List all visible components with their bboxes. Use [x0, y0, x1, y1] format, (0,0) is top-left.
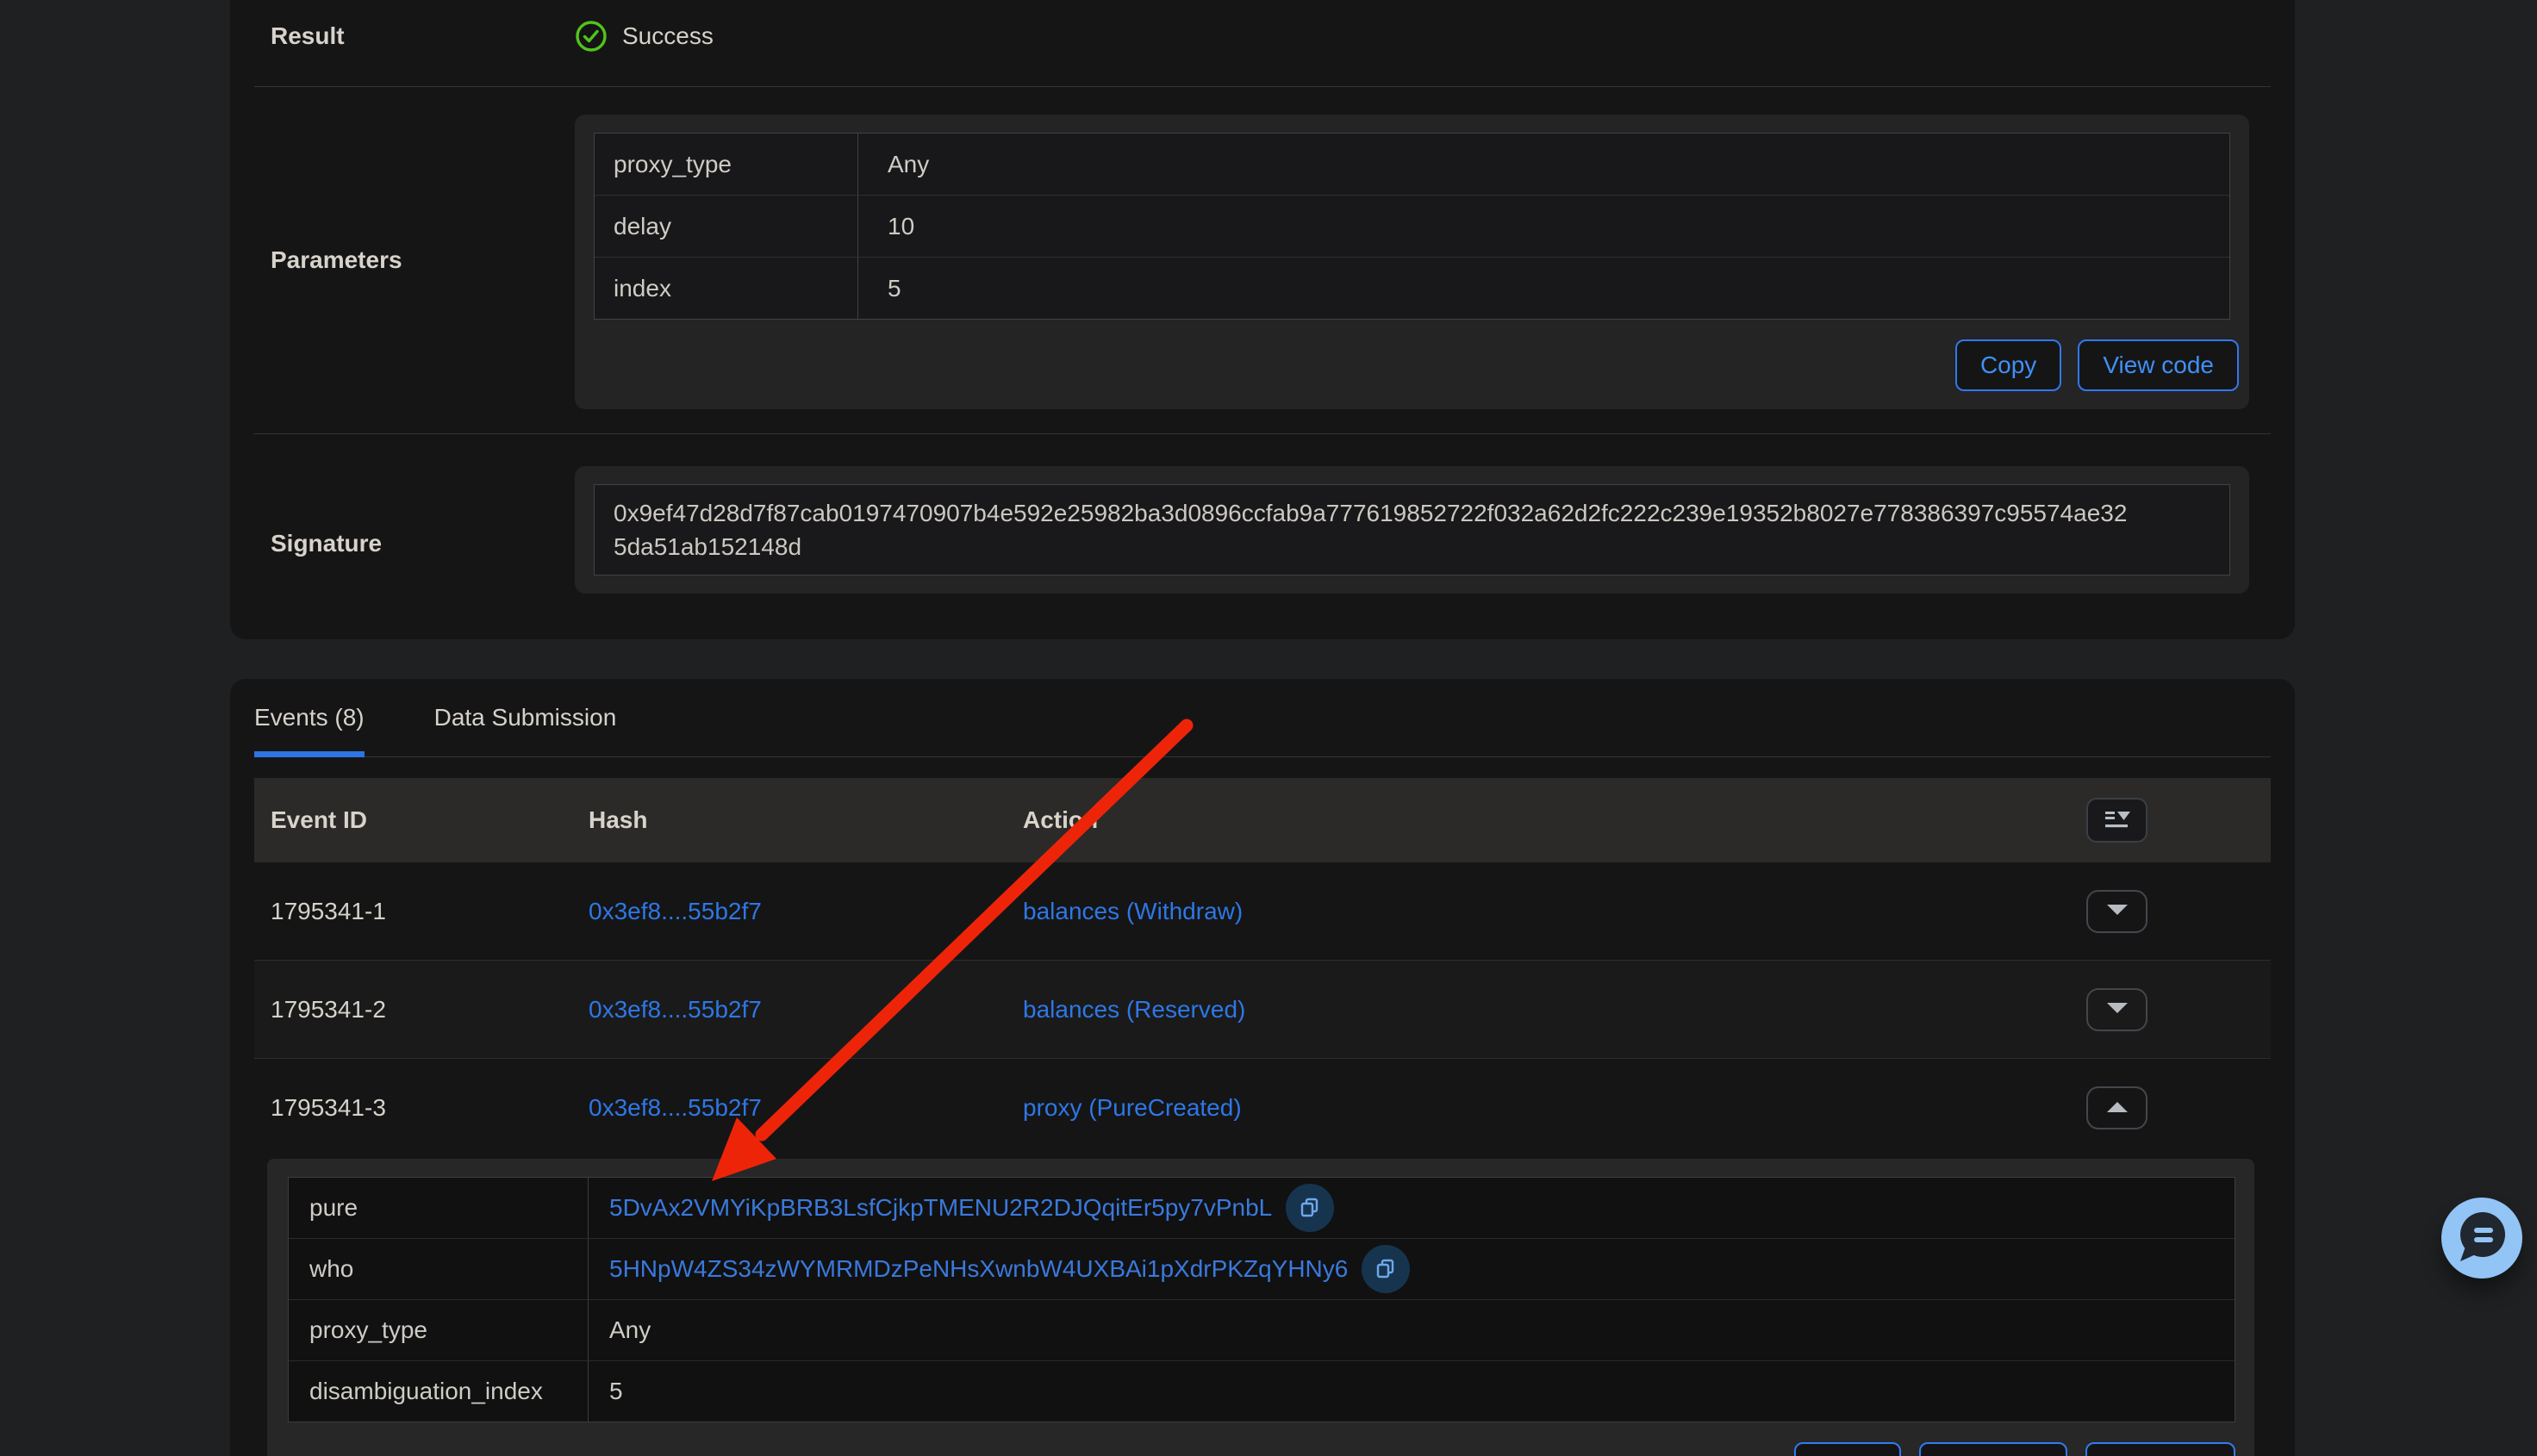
signature-line-2: 5da51ab152148d [614, 530, 2210, 563]
event-action-link[interactable]: balances (Reserved) [1023, 996, 2086, 1024]
header-event-id: Event ID [271, 806, 589, 834]
tabs-bar: Events (8) Data Submission [254, 679, 2271, 757]
detail-row: who 5HNpW4ZS34zWYMRMDzPeNHsXwnbW4UXBAi1pX… [289, 1238, 2235, 1299]
param-row: proxy_typeAny [595, 134, 2229, 195]
events-card: Events (8) Data Submission Event ID Hash… [230, 679, 2295, 1456]
signature-panel: 0x9ef47d28d7f87cab0197470907b4e592e25982… [575, 466, 2249, 594]
event-action-link[interactable]: balances (Withdraw) [1023, 898, 2086, 925]
param-value: 5 [858, 258, 2229, 319]
extrinsic-details-card: Result Success Parameters proxy_typeAnyd… [230, 0, 2295, 639]
tab-data-submission[interactable]: Data Submission [434, 679, 617, 756]
param-value: 10 [858, 196, 2229, 257]
copy-icon [1374, 1256, 1398, 1283]
chat-bubble-icon [2441, 1197, 2522, 1280]
detail-action-button[interactable] [1794, 1442, 1901, 1456]
detail-key: disambiguation_index [289, 1361, 589, 1422]
event-expander-cell [2086, 1086, 2271, 1129]
signature-label: Signature [254, 530, 575, 557]
detail-value: 5 [589, 1361, 2235, 1422]
collapse-row-button[interactable] [2086, 1086, 2147, 1129]
event-expander-cell [2086, 988, 2271, 1031]
detail-row: pure 5DvAx2VMYiKpBRB3LsfCjkpTMENU2R2DJQqi… [289, 1178, 2235, 1238]
detail-value: Any [589, 1300, 2235, 1360]
detail-value: 5DvAx2VMYiKpBRB3LsfCjkpTMENU2R2DJQqitEr5… [589, 1178, 2235, 1238]
sort-collapse-icon [2104, 807, 2131, 834]
event-detail-actions [288, 1442, 2235, 1456]
success-check-icon [575, 20, 608, 53]
param-row: index5 [595, 257, 2229, 319]
result-status-text: Success [622, 22, 714, 50]
parameters-table: proxy_typeAnydelay10index5 [594, 133, 2230, 320]
parameters-actions: Copy View code [594, 339, 2239, 391]
result-label: Result [254, 22, 575, 50]
detail-key: proxy_type [289, 1300, 589, 1360]
event-expander-cell [2086, 890, 2271, 933]
collapse-rows-button[interactable] [2086, 798, 2147, 843]
param-value: Any [858, 134, 2229, 195]
detail-row: disambiguation_index5 [289, 1360, 2235, 1422]
detail-key: pure [289, 1178, 589, 1238]
detail-action-button[interactable] [1919, 1442, 2067, 1456]
chat-fab-button[interactable] [2441, 1198, 2522, 1279]
copy-button[interactable]: Copy [1955, 339, 2061, 391]
events-table-header: Event ID Hash Action [254, 778, 2271, 862]
detail-action-button[interactable] [2085, 1442, 2235, 1456]
expand-row-button[interactable] [2086, 988, 2147, 1031]
signature-row: Signature 0x9ef47d28d7f87cab0197470907b4… [254, 434, 2271, 652]
copy-address-button[interactable] [1286, 1184, 1334, 1232]
event-hash-link[interactable]: 0x3ef8....55b2f7 [589, 996, 1023, 1024]
event-hash-link[interactable]: 0x3ef8....55b2f7 [589, 898, 1023, 925]
result-value: Success [575, 20, 2271, 53]
expand-row-button[interactable] [2086, 890, 2147, 933]
chevron-up-icon [2106, 1101, 2129, 1116]
copy-icon [1298, 1195, 1322, 1222]
param-row: delay10 [595, 195, 2229, 257]
param-key: proxy_type [595, 134, 858, 195]
events-table-body: 1795341-10x3ef8....55b2f7balances (Withd… [254, 862, 2271, 1157]
chevron-down-icon [2106, 904, 2129, 918]
detail-key: who [289, 1239, 589, 1299]
signature-value: 0x9ef47d28d7f87cab0197470907b4e592e25982… [594, 484, 2230, 576]
event-action-link[interactable]: proxy (PureCreated) [1023, 1094, 2086, 1122]
parameters-panel: proxy_typeAnydelay10index5 Copy View cod… [575, 115, 2249, 409]
view-code-button[interactable]: View code [2078, 339, 2239, 391]
parameters-label: Parameters [254, 246, 575, 274]
param-key: index [595, 258, 858, 319]
header-hash: Hash [589, 806, 1023, 834]
event-row: 1795341-30x3ef8....55b2f7proxy (PureCrea… [254, 1059, 2271, 1157]
event-id-cell: 1795341-3 [271, 1094, 589, 1122]
parameters-row: Parameters proxy_typeAnydelay10index5 Co… [254, 87, 2271, 433]
copy-address-button[interactable] [1362, 1245, 1410, 1293]
event-row: 1795341-10x3ef8....55b2f7balances (Withd… [254, 862, 2271, 961]
detail-row: proxy_typeAny [289, 1299, 2235, 1360]
detail-value: 5HNpW4ZS34zWYMRMDzPeNHsXwnbW4UXBAi1pXdrP… [589, 1239, 2235, 1299]
address-link[interactable]: 5HNpW4ZS34zWYMRMDzPeNHsXwnbW4UXBAi1pXdrP… [609, 1255, 1348, 1283]
header-action: Action [1023, 806, 2086, 834]
signature-line-1: 0x9ef47d28d7f87cab0197470907b4e592e25982… [614, 496, 2210, 530]
param-key: delay [595, 196, 858, 257]
tab-events[interactable]: Events (8) [254, 679, 365, 756]
event-detail-box: pure 5DvAx2VMYiKpBRB3LsfCjkpTMENU2R2DJQqi… [267, 1159, 2254, 1456]
address-link[interactable]: 5DvAx2VMYiKpBRB3LsfCjkpTMENU2R2DJQqitEr5… [609, 1194, 1272, 1222]
event-detail-table: pure 5DvAx2VMYiKpBRB3LsfCjkpTMENU2R2DJQqi… [288, 1177, 2235, 1422]
event-row: 1795341-20x3ef8....55b2f7balances (Reser… [254, 961, 2271, 1059]
event-id-cell: 1795341-2 [271, 996, 589, 1024]
page: Result Success Parameters proxy_typeAnyd… [0, 0, 2537, 1456]
event-hash-link[interactable]: 0x3ef8....55b2f7 [589, 1094, 1023, 1122]
result-row: Result Success [254, 0, 2271, 86]
event-id-cell: 1795341-1 [271, 898, 589, 925]
chevron-down-icon [2106, 1002, 2129, 1017]
